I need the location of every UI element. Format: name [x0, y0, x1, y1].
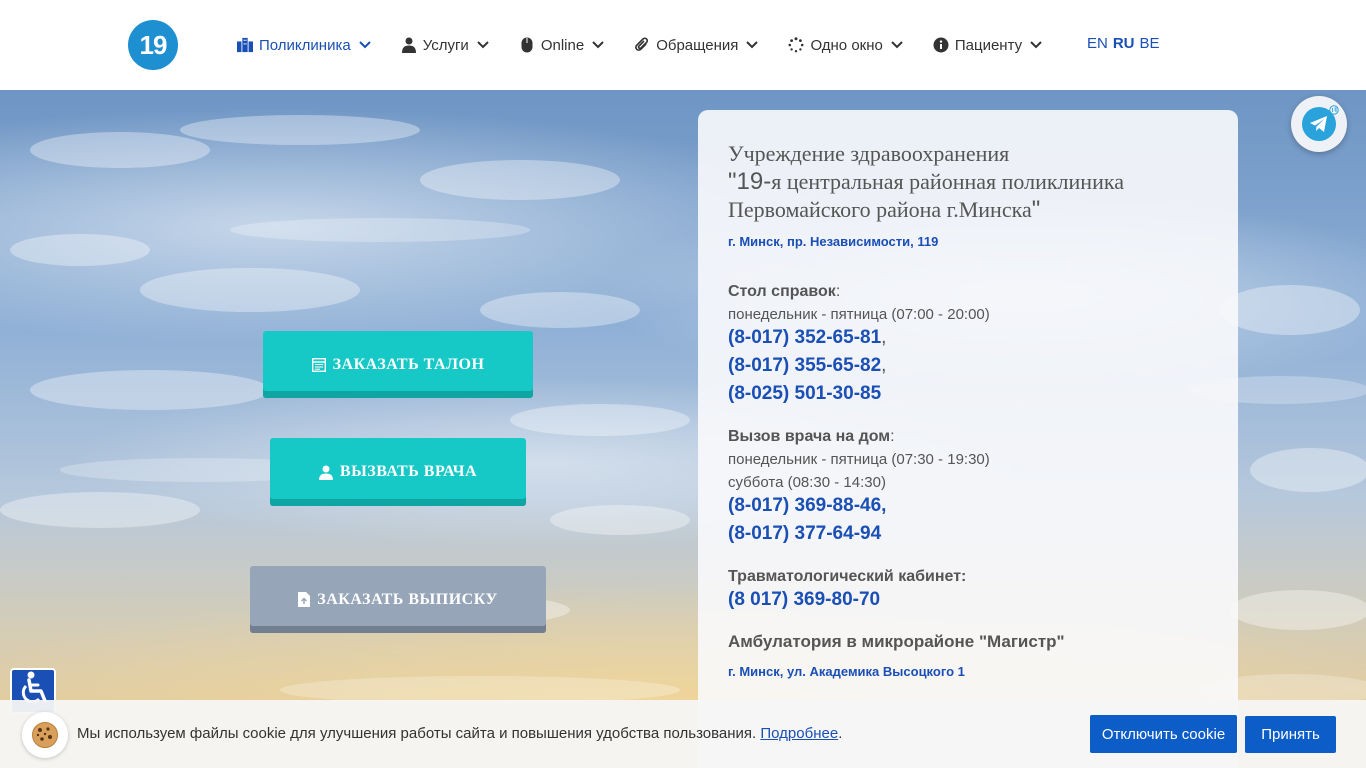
lang-be[interactable]: BE	[1140, 35, 1160, 52]
org-title-line2: я центральная районная поликлиника	[771, 169, 1124, 194]
ambulatory-address[interactable]: г. Минск, ул. Академика Высоцкого 1	[728, 664, 1208, 679]
trauma-heading: Травматологический кабинет:	[728, 568, 967, 585]
home-call-hours-weekdays: понедельник - пятница (07:30 - 19:30)	[728, 451, 990, 468]
user-doctor-icon	[318, 465, 333, 480]
home-call-hours-saturday: суббота (08:30 - 14:30)	[728, 474, 886, 491]
org-title-quote-close: "	[1031, 196, 1041, 223]
org-title-line1: Учреждение здравоохранения	[728, 141, 1010, 166]
building-icon	[237, 37, 253, 53]
nav-label: Online	[540, 36, 585, 54]
nav-item-patient[interactable]: Пациенту	[933, 33, 1042, 57]
nav-label: Пациенту	[954, 36, 1023, 54]
nav-item-polyclinic[interactable]: Поликлиника	[237, 33, 371, 57]
cookie-text: Мы используем файлы cookie для улучшения…	[77, 725, 842, 742]
logo[interactable]: 19	[128, 20, 178, 70]
chevron-down-icon	[1030, 39, 1042, 51]
phone-link[interactable]: (8-017) 369-88-46,	[728, 492, 1208, 520]
chevron-down-icon	[891, 39, 903, 51]
cookie-message: Мы используем файлы cookie для улучшения…	[77, 725, 757, 742]
ambulatory-title: Амбулатория в микрорайоне "Магистр"	[728, 632, 1065, 651]
hero-section: ЗАКАЗАТЬ ТАЛОН ВЫЗВАТЬ ВРАЧА ЗАКАЗАТЬ ВЫ…	[0, 90, 1366, 768]
logo-text: 19	[139, 29, 168, 60]
order-extract-label: ЗАКАЗАТЬ ВЫПИСКУ	[317, 590, 498, 608]
phone-link[interactable]: (8-017) 377-64-94	[728, 520, 1208, 548]
nav-item-online[interactable]: Online	[519, 33, 604, 57]
org-title: Учреждение здравоохранения "19-я централ…	[728, 140, 1208, 224]
language-switcher: EN RU BE	[1087, 35, 1160, 52]
telegram-badge-icon	[1329, 105, 1339, 117]
nav-item-appeals[interactable]: Обращения	[634, 33, 759, 57]
call-doctor-button[interactable]: ВЫЗВАТЬ ВРАЧА	[270, 438, 526, 506]
nav-item-one-window[interactable]: Одно окно	[788, 33, 903, 57]
info-icon	[933, 37, 949, 53]
chevron-down-icon	[477, 39, 489, 51]
org-title-number: 19-	[736, 168, 772, 195]
nav-label: Поликлиника	[259, 36, 351, 54]
telegram-button[interactable]	[1291, 96, 1347, 152]
nav-label: Одно окно	[810, 36, 883, 54]
mouse-icon	[519, 37, 535, 53]
disable-cookie-button[interactable]: Отключить cookie	[1090, 715, 1237, 753]
calendar-icon	[311, 357, 326, 372]
order-extract-button[interactable]: ЗАКАЗАТЬ ВЫПИСКУ	[250, 566, 546, 633]
lang-en[interactable]: EN	[1087, 35, 1108, 52]
call-doctor-label: ВЫЗВАТЬ ВРАЧА	[339, 463, 478, 480]
info-desk-heading: Стол справок:	[728, 283, 841, 300]
order-ticket-button[interactable]: ЗАКАЗАТЬ ТАЛОН	[263, 331, 533, 398]
paperclip-icon	[634, 37, 650, 53]
file-upload-icon	[298, 592, 311, 607]
chevron-down-icon	[746, 39, 759, 51]
nav-item-services[interactable]: Услуги	[401, 33, 489, 57]
cookie-period: .	[838, 725, 843, 742]
cookie-banner: Мы используем файлы cookie для улучшения…	[0, 700, 1366, 768]
phone-link[interactable]: (8-017) 355-65-82,	[728, 352, 1208, 380]
phone-link[interactable]: (8-025) 501-30-85	[728, 380, 1208, 408]
site-header: 19 Поликлиника Услуги Online Обращения О…	[0, 0, 1366, 90]
org-title-quote-open: "	[728, 168, 737, 195]
chevron-down-icon	[592, 39, 604, 51]
phone-link[interactable]: (8-017) 352-65-81,	[728, 324, 1208, 352]
chevron-down-icon	[358, 39, 371, 51]
spinner-icon	[788, 37, 804, 53]
accept-cookie-button[interactable]: Принять	[1245, 716, 1336, 753]
nav-label: Обращения	[656, 36, 739, 54]
info-desk-hours: понедельник - пятница (07:00 - 20:00)	[728, 306, 990, 323]
order-ticket-label: ЗАКАЗАТЬ ТАЛОН	[332, 355, 485, 373]
phone-link[interactable]: (8 017) 369-80-70	[728, 586, 1208, 614]
lang-ru[interactable]: RU	[1113, 35, 1135, 52]
user-doctor-icon	[401, 37, 417, 53]
cookie-more-link[interactable]: Подробнее	[760, 725, 838, 742]
org-address[interactable]: г. Минск, пр. Независимости, 119	[728, 234, 1208, 249]
nav-label: Услуги	[422, 36, 469, 54]
cookie-icon	[22, 712, 68, 758]
home-call-heading: Вызов врача на дом:	[728, 428, 895, 445]
org-title-line3: Первомайского района г.Минска	[728, 197, 1032, 222]
main-nav: Поликлиника Услуги Online Обращения Одно…	[237, 33, 1072, 57]
contact-panel: Учреждение здравоохранения "19-я централ…	[698, 110, 1238, 768]
